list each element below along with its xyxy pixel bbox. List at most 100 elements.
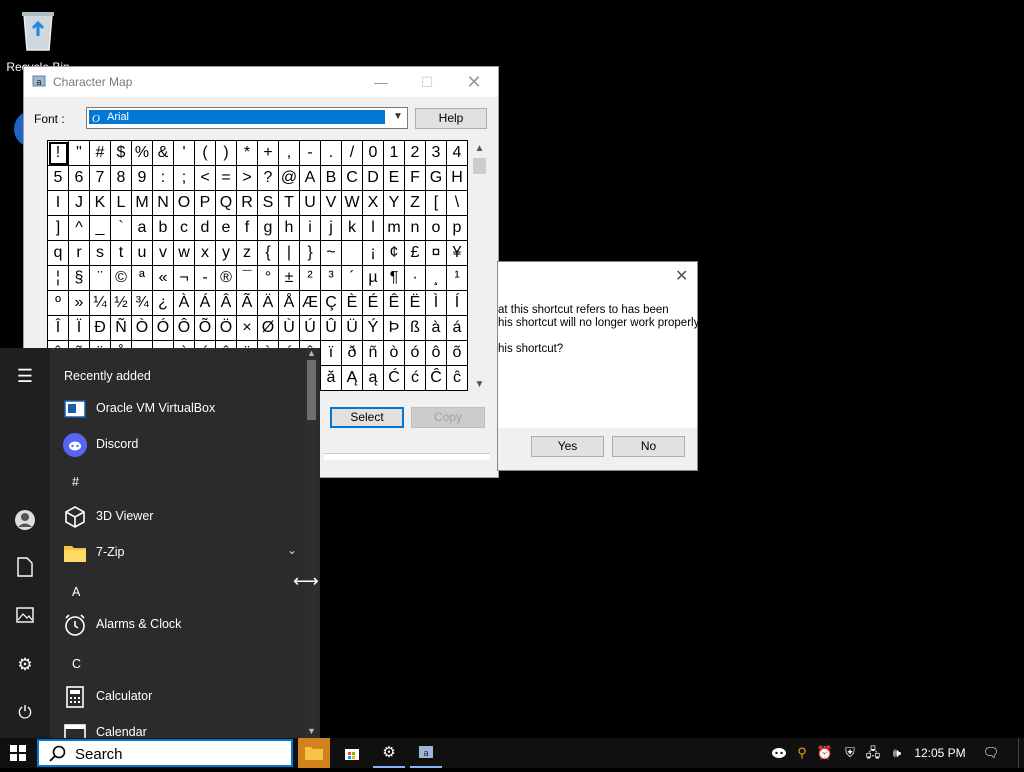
character-cell[interactable]: - [300, 141, 321, 166]
character-cell[interactable]: ĉ [447, 366, 468, 391]
character-cell[interactable]: ą [363, 366, 384, 391]
store-taskbar-button[interactable] [336, 738, 368, 768]
character-cell[interactable]: H [447, 166, 468, 191]
hamburger-menu-icon[interactable]: ☰ [12, 363, 38, 389]
settings-gear-icon[interactable]: ⚙ [12, 652, 38, 678]
yes-button[interactable]: Yes [531, 436, 604, 457]
character-cell[interactable]: À [174, 291, 195, 316]
character-cell[interactable]: E [384, 166, 405, 191]
character-cell[interactable]: @ [279, 166, 300, 191]
character-cell[interactable]: D [363, 166, 384, 191]
character-cell[interactable]: O [174, 191, 195, 216]
pictures-icon[interactable] [12, 605, 38, 631]
character-cell[interactable]: · [405, 266, 426, 291]
character-cell[interactable]: + [258, 141, 279, 166]
character-cell[interactable]: 4 [447, 141, 468, 166]
character-cell[interactable]: r [69, 241, 90, 266]
character-cell[interactable]: à [426, 316, 447, 341]
copy-button[interactable]: Copy [411, 407, 485, 428]
character-cell[interactable]: ¹ [447, 266, 468, 291]
character-cell[interactable]: ¢ [384, 241, 405, 266]
character-cell[interactable]: K [90, 191, 111, 216]
character-cell[interactable]: u [132, 241, 153, 266]
character-cell[interactable]: 1 [384, 141, 405, 166]
character-cell[interactable]: Ø [258, 316, 279, 341]
character-cell[interactable]: ± [279, 266, 300, 291]
chevron-down-icon[interactable]: ▼ [391, 111, 405, 125]
character-cell[interactable]: o [426, 216, 447, 241]
character-cell[interactable]: U [300, 191, 321, 216]
character-cell[interactable]: ^ [69, 216, 90, 241]
character-cell[interactable]: ï [321, 341, 342, 366]
character-cell[interactable]: ª [132, 266, 153, 291]
character-cell[interactable]: á [447, 316, 468, 341]
character-cell[interactable]: Â [216, 291, 237, 316]
scrollbar-thumb[interactable] [307, 360, 316, 420]
power-icon[interactable]: ⏻ [12, 700, 38, 726]
app-item-calculator[interactable]: Calculator [63, 683, 303, 711]
alarm-tray-icon[interactable]: ⏰ [815, 738, 835, 768]
character-cell[interactable]: ð [342, 341, 363, 366]
character-cell[interactable]: # [90, 141, 111, 166]
character-cell[interactable]: ; [174, 166, 195, 191]
character-cell[interactable]: Î [48, 316, 69, 341]
section-header-a[interactable]: A [72, 585, 80, 599]
character-cell[interactable]: q [48, 241, 69, 266]
taskbar-search-box[interactable]: Search [37, 739, 293, 767]
app-item-7zip[interactable]: 7-Zip ⌄ [63, 539, 303, 567]
character-cell[interactable]: b [153, 216, 174, 241]
character-cell[interactable]: ¶ [384, 266, 405, 291]
character-cell[interactable]: Ë [405, 291, 426, 316]
character-cell[interactable]: ° [258, 266, 279, 291]
character-cell[interactable]: V [321, 191, 342, 216]
character-cell[interactable]: a [132, 216, 153, 241]
character-cell[interactable]: ¿ [153, 291, 174, 316]
character-cell[interactable]: P [195, 191, 216, 216]
character-cell[interactable]: ³ [321, 266, 342, 291]
character-cell[interactable]: x [195, 241, 216, 266]
title-bar[interactable]: a Character Map — ☐ ✕ [24, 67, 498, 97]
character-cell[interactable]: > [237, 166, 258, 191]
character-cell[interactable]: Ç [321, 291, 342, 316]
chevron-down-icon[interactable]: ⌄ [287, 543, 297, 557]
character-cell[interactable]: m [384, 216, 405, 241]
character-cell[interactable]: × [237, 316, 258, 341]
character-cell[interactable]: l [363, 216, 384, 241]
character-cell[interactable]: z [237, 241, 258, 266]
character-cell[interactable]: T [279, 191, 300, 216]
character-cell[interactable]: ´ [342, 266, 363, 291]
character-cell[interactable] [342, 241, 363, 266]
character-cell[interactable]: 8 [111, 166, 132, 191]
character-cell[interactable]: ' [174, 141, 195, 166]
character-cell[interactable]: ă [321, 366, 342, 391]
character-cell[interactable]: 6 [69, 166, 90, 191]
section-header-c[interactable]: C [72, 657, 81, 671]
app-item-alarms-clock[interactable]: Alarms & Clock [63, 611, 303, 639]
character-cell[interactable]: Ì [426, 291, 447, 316]
character-cell[interactable]: µ [363, 266, 384, 291]
character-cell[interactable]: Û [321, 316, 342, 341]
network-icon[interactable]: 🖧 [863, 738, 883, 768]
documents-icon[interactable] [12, 557, 38, 583]
character-cell[interactable]: ² [300, 266, 321, 291]
character-cell[interactable]: p [447, 216, 468, 241]
character-cell[interactable]: ć [405, 366, 426, 391]
character-cell[interactable]: B [321, 166, 342, 191]
character-cell[interactable]: Æ [300, 291, 321, 316]
character-cell[interactable]: - [195, 266, 216, 291]
character-cell[interactable]: " [69, 141, 90, 166]
character-cell[interactable]: , [279, 141, 300, 166]
character-cell[interactable]: Ã [237, 291, 258, 316]
character-cell[interactable]: Z [405, 191, 426, 216]
character-cell[interactable]: È [342, 291, 363, 316]
character-cell[interactable]: v [153, 241, 174, 266]
scroll-down-icon[interactable]: ▼ [305, 726, 318, 736]
close-button[interactable]: ✕ [451, 67, 497, 97]
character-cell[interactable]: c [174, 216, 195, 241]
character-cell[interactable]: n [405, 216, 426, 241]
character-cell[interactable]: 0 [363, 141, 384, 166]
volume-icon[interactable]: 🕪 [887, 738, 907, 768]
character-cell[interactable]: ó [405, 341, 426, 366]
search-tray-icon[interactable]: ⚲ [792, 738, 812, 768]
notifications-icon[interactable]: 🗨 [980, 738, 1002, 768]
